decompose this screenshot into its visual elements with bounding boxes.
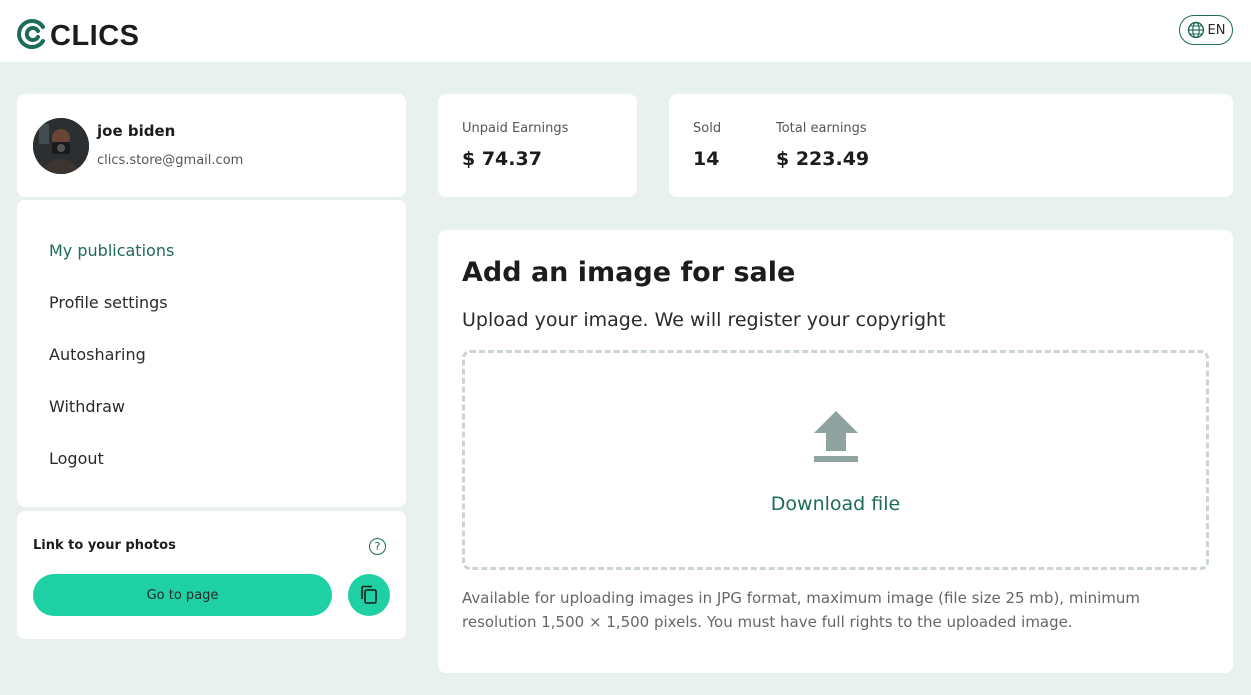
- profile-email: clics.store@gmail.com: [97, 153, 244, 168]
- sidebar-item-logout[interactable]: Logout: [49, 449, 104, 468]
- language-selector[interactable]: EN: [1179, 15, 1233, 45]
- photos-link-card: Link to your photos ? Go to page: [17, 511, 406, 639]
- globe-icon: [1187, 21, 1204, 39]
- sidebar-item-withdraw[interactable]: Withdraw: [49, 397, 125, 416]
- avatar[interactable]: [33, 118, 89, 174]
- sold-value: 14: [693, 148, 720, 170]
- file-dropzone[interactable]: Download file: [462, 350, 1209, 570]
- profile-name: joe biden: [97, 122, 176, 140]
- upload-title: Add an image for sale: [462, 257, 796, 288]
- top-header: CLICS EN: [0, 0, 1251, 62]
- avatar-photo: [33, 118, 89, 174]
- sales-stats-card: Sold 14 Total earnings $ 223.49: [669, 94, 1233, 197]
- logo[interactable]: CLICS: [16, 14, 140, 53]
- language-label: EN: [1207, 22, 1226, 38]
- sidebar-item-profile-settings[interactable]: Profile settings: [49, 293, 168, 312]
- copy-icon: [361, 585, 377, 604]
- sidebar-item-my-publications[interactable]: My publications: [49, 241, 174, 260]
- total-earnings-label: Total earnings: [776, 121, 867, 136]
- unpaid-earnings-card: Unpaid Earnings $ 74.37: [438, 94, 637, 197]
- go-to-page-button[interactable]: Go to page: [33, 574, 332, 616]
- upload-requirements-note: Available for uploading images in JPG fo…: [462, 589, 1141, 631]
- link-card-title: Link to your photos: [33, 538, 176, 553]
- upload-icon: [814, 411, 858, 462]
- profile-card: joe biden clics.store@gmail.com: [17, 94, 406, 197]
- upload-card: Add an image for sale Upload your image.…: [438, 230, 1233, 673]
- clics-logo-icon: [17, 18, 45, 49]
- total-earnings-value: $ 223.49: [776, 148, 870, 170]
- sidebar-item-autosharing[interactable]: Autosharing: [49, 345, 146, 364]
- sold-label: Sold: [693, 121, 722, 136]
- copy-link-button[interactable]: [348, 574, 390, 616]
- download-file-label[interactable]: Download file: [465, 493, 1206, 515]
- logo-text: CLICS: [50, 20, 140, 52]
- upload-subtitle: Upload your image. We will register your…: [462, 309, 946, 331]
- unpaid-earnings-value: $ 74.37: [462, 148, 542, 170]
- unpaid-earnings-label: Unpaid Earnings: [462, 121, 569, 136]
- help-icon[interactable]: ?: [369, 538, 386, 555]
- sidebar-menu: My publications Profile settings Autosha…: [17, 200, 406, 507]
